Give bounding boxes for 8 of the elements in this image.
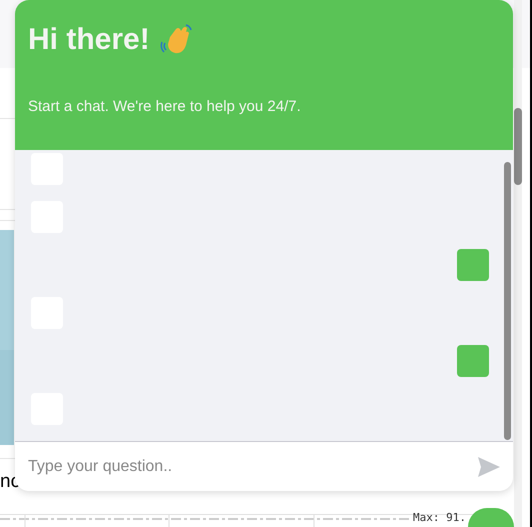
scrollbar-thumb[interactable] (514, 108, 522, 185)
chart-label: Max: 91. (413, 511, 466, 525)
chat-title: Hi there! (28, 22, 150, 58)
message-scrollbar[interactable] (504, 162, 511, 440)
chat-subtitle: Start a chat. We're here to help you 24/7. (28, 98, 302, 116)
send-icon[interactable] (478, 456, 500, 476)
chat-launcher-button[interactable] (468, 508, 514, 527)
page-scrollbar[interactable] (514, 0, 522, 527)
